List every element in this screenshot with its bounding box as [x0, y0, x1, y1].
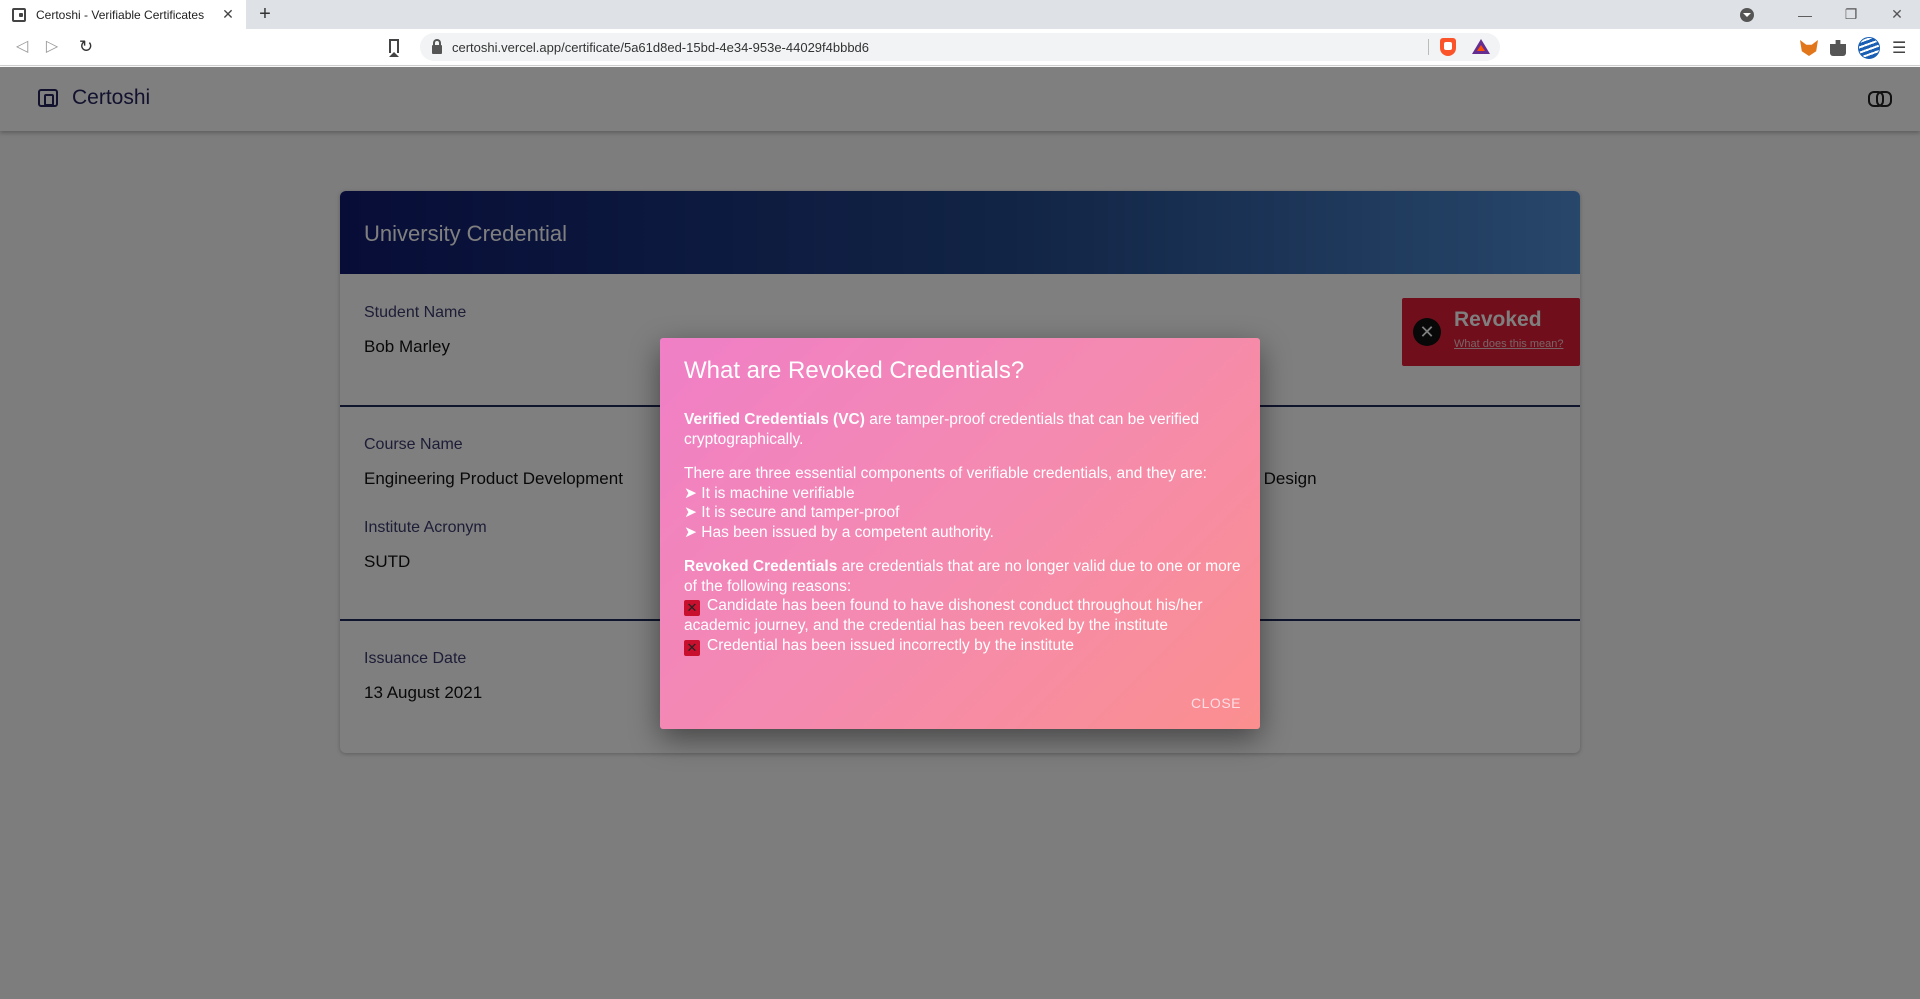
minimize-button[interactable]: —	[1782, 7, 1828, 23]
component-item: ➤ It is secure and tamper-proof	[684, 504, 900, 521]
certoshi-favicon-icon	[12, 7, 26, 22]
address-divider	[1428, 39, 1429, 55]
dialog-title: What are Revoked Credentials?	[684, 357, 1025, 384]
dialog-body: Verified Credentials (VC) are tamper-pro…	[684, 410, 1244, 671]
components-paragraph: There are three essential components of …	[684, 464, 1244, 542]
extensions-puzzle-icon[interactable]	[1830, 40, 1846, 56]
extensions-area: ☰	[1800, 37, 1906, 59]
revoked-term: Revoked Credentials	[684, 558, 838, 575]
brave-rewards-icon[interactable]	[1472, 39, 1490, 54]
reason-text: Candidate has been found to have dishone…	[684, 597, 1203, 634]
component-item: ➤ Has been issued by a competent authori…	[684, 523, 994, 541]
browser-tab-strip: Certoshi - Verifiable Certificates ✕ + —…	[0, 0, 1920, 29]
back-icon[interactable]: ◁	[12, 37, 32, 57]
tab-title: Certoshi - Verifiable Certificates	[36, 7, 205, 22]
tab-search-icon[interactable]	[1740, 7, 1754, 22]
browser-menu-icon[interactable]: ☰	[1892, 38, 1906, 58]
cross-mark-icon: ✕	[684, 639, 700, 656]
components-intro: There are three essential components of …	[684, 465, 1207, 482]
brave-shields-icon[interactable]	[1440, 38, 1456, 56]
new-tab-button[interactable]: +	[254, 3, 276, 25]
bookmark-icon[interactable]	[389, 39, 399, 57]
browser-toolbar: ◁ ▷ ↻ certoshi.vercel.app/certificate/5a…	[0, 29, 1920, 66]
window-close-button[interactable]: ✕	[1874, 6, 1920, 23]
reload-icon[interactable]: ↻	[76, 37, 96, 57]
revoked-info-dialog: What are Revoked Credentials? Verified C…	[660, 338, 1260, 729]
metamask-icon[interactable]	[1800, 40, 1818, 56]
cross-mark-icon: ✕	[684, 600, 700, 616]
vc-term: Verified Credentials (VC)	[684, 411, 865, 428]
vc-paragraph: Verified Credentials (VC) are tamper-pro…	[684, 410, 1244, 449]
close-button[interactable]: CLOSE	[1191, 695, 1241, 711]
lock-icon	[432, 38, 442, 54]
address-bar[interactable]: certoshi.vercel.app/certificate/5a61d8ed…	[420, 33, 1500, 61]
reason-item: ✕ Credential has been issued incorrectly …	[684, 636, 1244, 656]
revoked-paragraph: Revoked Credentials are credentials that…	[684, 557, 1244, 656]
reason-text: Credential has been issued incorrectly b…	[707, 636, 1075, 654]
browser-tab[interactable]: Certoshi - Verifiable Certificates ✕	[0, 0, 246, 29]
reason-item: ✕ Candidate has been found to have dishon…	[684, 596, 1244, 636]
revoked-definition: Revoked Credentials are credentials that…	[684, 557, 1244, 596]
profile-globe-icon[interactable]	[1858, 37, 1880, 59]
window-controls: — ❐ ✕	[1740, 0, 1920, 29]
component-item: ➤ It is machine verifiable	[684, 484, 855, 502]
url-text[interactable]: certoshi.vercel.app/certificate/5a61d8ed…	[452, 40, 869, 55]
forward-icon[interactable]: ▷	[42, 37, 62, 57]
restore-button[interactable]: ❐	[1828, 6, 1874, 23]
tab-close-icon[interactable]: ✕	[218, 6, 238, 23]
